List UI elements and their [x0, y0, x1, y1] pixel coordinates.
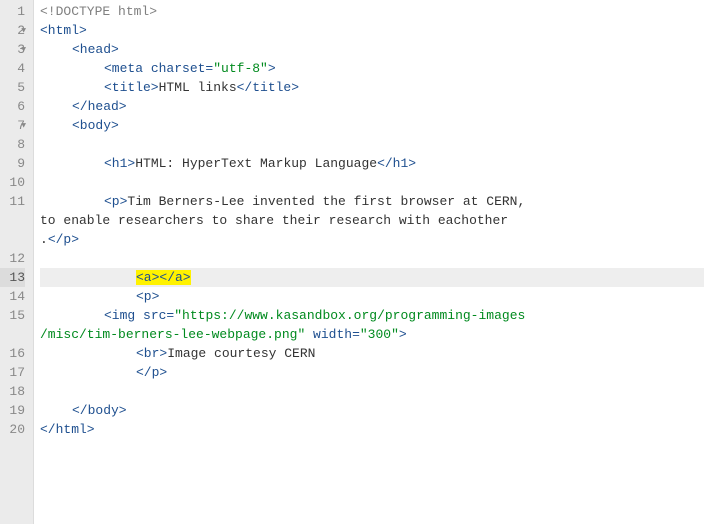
code-line[interactable]: [40, 249, 704, 268]
gutter-line: 16: [0, 344, 25, 363]
tag-token: <a>: [136, 270, 159, 285]
gutter-line: 17: [0, 363, 25, 382]
code-line[interactable]: <br>Image courtesy CERN: [40, 344, 704, 363]
code-line[interactable]: [40, 382, 704, 401]
code-line[interactable]: <meta charset="utf-8">: [40, 59, 704, 78]
code-line[interactable]: </body>: [40, 401, 704, 420]
text-token: .: [40, 232, 48, 247]
code-line[interactable]: <h1>HTML: HyperText Markup Language</h1>: [40, 154, 704, 173]
tag-token: <meta: [104, 61, 151, 76]
gutter-line: 19: [0, 401, 25, 420]
text-token: HTML links: [159, 80, 237, 95]
attr-value-token: /misc/tim-berners-lee-webpage.png": [40, 327, 305, 342]
equals-token: =: [352, 327, 360, 342]
attr-name-token: width: [305, 327, 352, 342]
text-token: Image courtesy CERN: [167, 346, 315, 361]
attr-value-token: "300": [360, 327, 399, 342]
gutter-line: 12: [0, 249, 25, 268]
code-line[interactable]: </p>: [40, 363, 704, 382]
tag-token: <p>: [136, 289, 159, 304]
tag-token: >: [268, 61, 276, 76]
tag-token: </head>: [72, 99, 127, 114]
gutter-line: 7▼: [0, 116, 25, 135]
attr-name-token: src: [143, 308, 166, 323]
code-line[interactable]: </head>: [40, 97, 704, 116]
gutter-line: [0, 230, 25, 249]
code-editor[interactable]: 1 2▼ 3▼ 4 5 6 7▼ 8 9 10 11 12 13 14 15 1…: [0, 0, 704, 524]
gutter-line: [0, 211, 25, 230]
tag-token: </h1>: [377, 156, 416, 171]
fold-arrow-icon[interactable]: ▼: [21, 21, 26, 40]
gutter-line: 10: [0, 173, 25, 192]
tag-token: <h1>: [104, 156, 135, 171]
code-line[interactable]: <!DOCTYPE html>: [40, 2, 704, 21]
code-line[interactable]: <img src="https://www.kasandbox.org/prog…: [40, 306, 704, 325]
tag-token: </a>: [159, 270, 190, 285]
gutter-line: 15: [0, 306, 25, 325]
fold-arrow-icon[interactable]: ▼: [21, 40, 26, 59]
tag-token: <br>: [136, 346, 167, 361]
code-line-active[interactable]: <a></a>: [40, 268, 704, 287]
gutter-line: 11: [0, 192, 25, 211]
code-area[interactable]: <!DOCTYPE html> <html> <head> <meta char…: [34, 0, 704, 524]
tag-token: <head>: [72, 42, 119, 57]
tag-token: <html>: [40, 23, 87, 38]
attr-value-token: "utf-8": [213, 61, 268, 76]
tag-token: </p>: [136, 365, 167, 380]
tag-token: </body>: [72, 403, 127, 418]
tag-token: </title>: [237, 80, 299, 95]
code-line[interactable]: </html>: [40, 420, 704, 439]
code-line-wrap[interactable]: /misc/tim-berners-lee-webpage.png" width…: [40, 325, 704, 344]
code-line[interactable]: [40, 135, 704, 154]
tag-token: >: [399, 327, 407, 342]
gutter-line: 8: [0, 135, 25, 154]
gutter-line: [0, 325, 25, 344]
tag-token: </p>: [48, 232, 79, 247]
code-line[interactable]: <html>: [40, 21, 704, 40]
gutter-line: 5: [0, 78, 25, 97]
tag-token: </html>: [40, 422, 95, 437]
attr-value-token: "https://www.kasandbox.org/programming-i…: [174, 308, 525, 323]
text-token: to enable researchers to share their res…: [40, 213, 508, 228]
fold-arrow-icon[interactable]: ▼: [21, 116, 26, 135]
gutter-line: 14: [0, 287, 25, 306]
attr-name-token: charset: [151, 61, 206, 76]
gutter-line: 1: [0, 2, 25, 21]
selection-highlight: <a></a>: [136, 270, 191, 285]
text-token: Tim Berners-Lee invented the first brows…: [127, 194, 533, 209]
gutter-line: 6: [0, 97, 25, 116]
code-line[interactable]: <p>Tim Berners-Lee invented the first br…: [40, 192, 704, 211]
code-line[interactable]: [40, 173, 704, 192]
tag-token: <title>: [104, 80, 159, 95]
doctype-token: <!DOCTYPE html>: [40, 4, 157, 19]
code-line[interactable]: <title>HTML links</title>: [40, 78, 704, 97]
gutter-line: 9: [0, 154, 25, 173]
gutter-line: 2▼: [0, 21, 25, 40]
code-line[interactable]: <body>: [40, 116, 704, 135]
tag-token: <img: [104, 308, 143, 323]
gutter-line: 20: [0, 420, 25, 439]
tag-token: <p>: [104, 194, 127, 209]
gutter-line: 4: [0, 59, 25, 78]
code-line-wrap[interactable]: to enable researchers to share their res…: [40, 211, 704, 230]
code-line[interactable]: <p>: [40, 287, 704, 306]
gutter-line-active: 13: [0, 268, 25, 287]
tag-token: <body>: [72, 118, 119, 133]
gutter-line: 3▼: [0, 40, 25, 59]
code-line-wrap[interactable]: .</p>: [40, 230, 704, 249]
gutter-line: 18: [0, 382, 25, 401]
code-line[interactable]: <head>: [40, 40, 704, 59]
line-gutter: 1 2▼ 3▼ 4 5 6 7▼ 8 9 10 11 12 13 14 15 1…: [0, 0, 34, 524]
text-token: HTML: HyperText Markup Language: [135, 156, 377, 171]
